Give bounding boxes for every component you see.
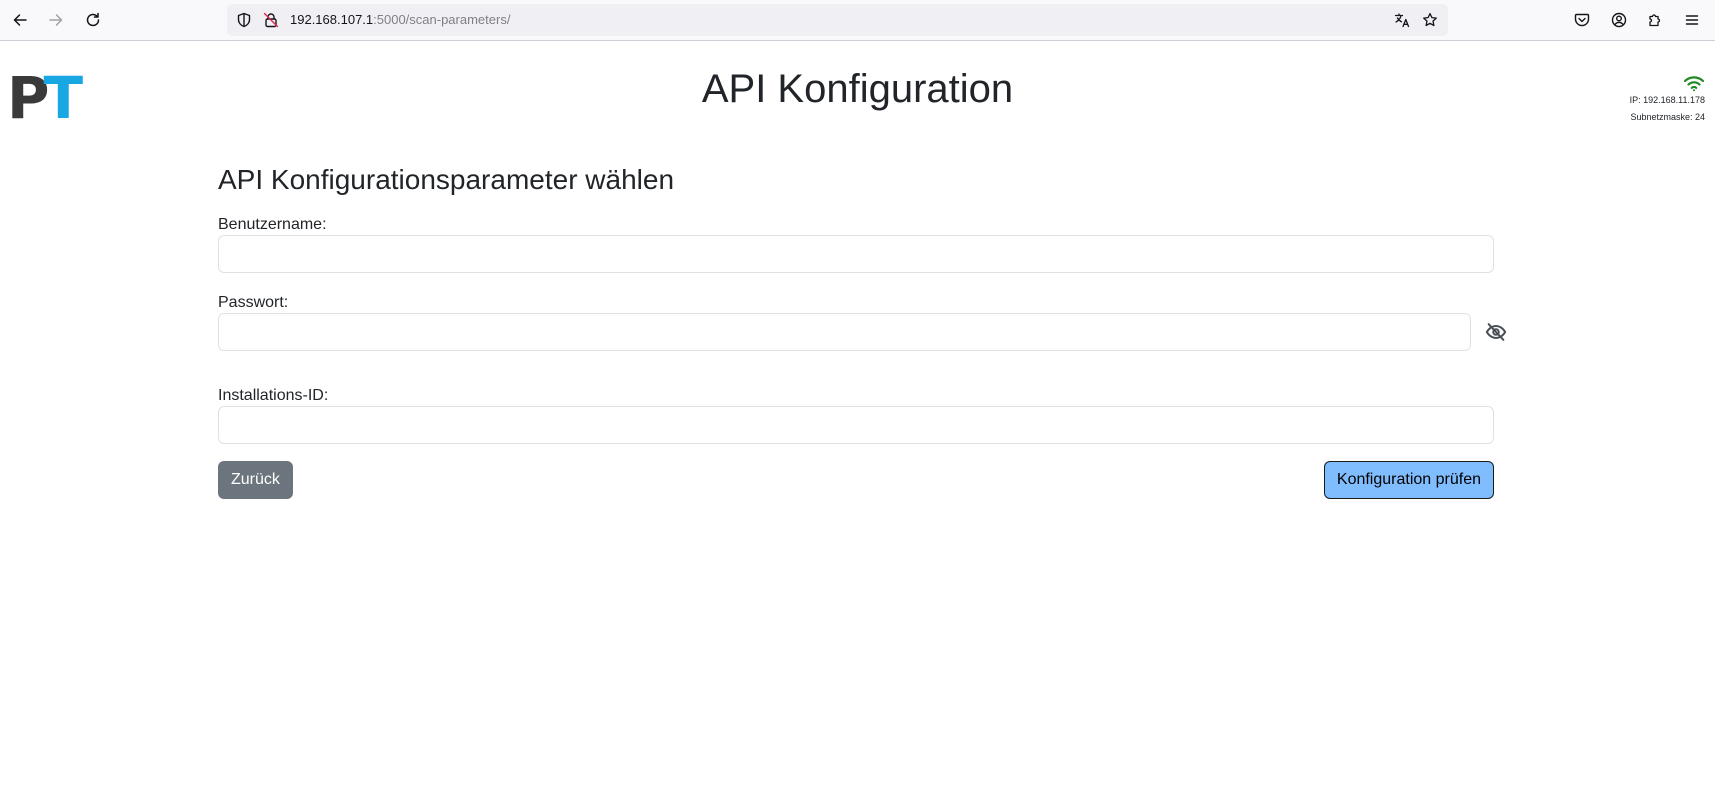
username-label: Benutzername: (218, 216, 327, 233)
back-arrow-icon[interactable] (8, 8, 32, 32)
network-info: IP: 192.168.11.178 Subnetzmaske: 24 (1630, 74, 1705, 126)
insecure-lock-icon[interactable] (263, 12, 279, 28)
star-icon[interactable] (1422, 12, 1438, 28)
back-button[interactable]: Zurück (218, 461, 293, 499)
forward-arrow-icon[interactable] (44, 8, 68, 32)
reload-icon[interactable] (81, 8, 105, 32)
section-title: API Konfigurationsparameter wählen (218, 164, 675, 195)
url-host: 192.168.107.1 (290, 12, 374, 27)
check-configuration-button[interactable]: Konfiguration prüfen (1323, 461, 1494, 499)
hamburger-menu-icon[interactable] (1680, 8, 1704, 32)
puzzle-icon[interactable] (1643, 8, 1667, 32)
pocket-icon[interactable] (1570, 8, 1594, 32)
username-input[interactable] (218, 235, 1494, 273)
translate-icon[interactable] (1394, 12, 1410, 28)
api-config-form: API Konfigurationsparameter wählen Benut… (218, 160, 1507, 499)
wifi-icon (1683, 76, 1705, 92)
url-bar[interactable]: 192.168.107.1:5000/scan-parameters/ (227, 4, 1448, 36)
eye-slash-icon[interactable] (1484, 320, 1508, 344)
installation-id-input[interactable] (218, 406, 1494, 444)
url-text[interactable]: 192.168.107.1:5000/scan-parameters/ (290, 12, 510, 28)
account-icon[interactable] (1607, 8, 1631, 32)
password-input[interactable] (218, 313, 1471, 351)
shield-icon[interactable] (236, 12, 252, 28)
installation-id-label: Installations-ID: (218, 387, 329, 404)
subnet-mask: Subnetzmaske: 24 (1630, 112, 1705, 122)
url-path: :5000/scan-parameters/ (373, 12, 511, 27)
page-title: API Konfiguration (701, 67, 1014, 111)
password-label: Passwort: (218, 294, 289, 311)
ip-address: IP: 192.168.11.178 (1629, 95, 1705, 105)
browser-toolbar: 192.168.107.1:5000/scan-parameters/ (0, 0, 1715, 41)
